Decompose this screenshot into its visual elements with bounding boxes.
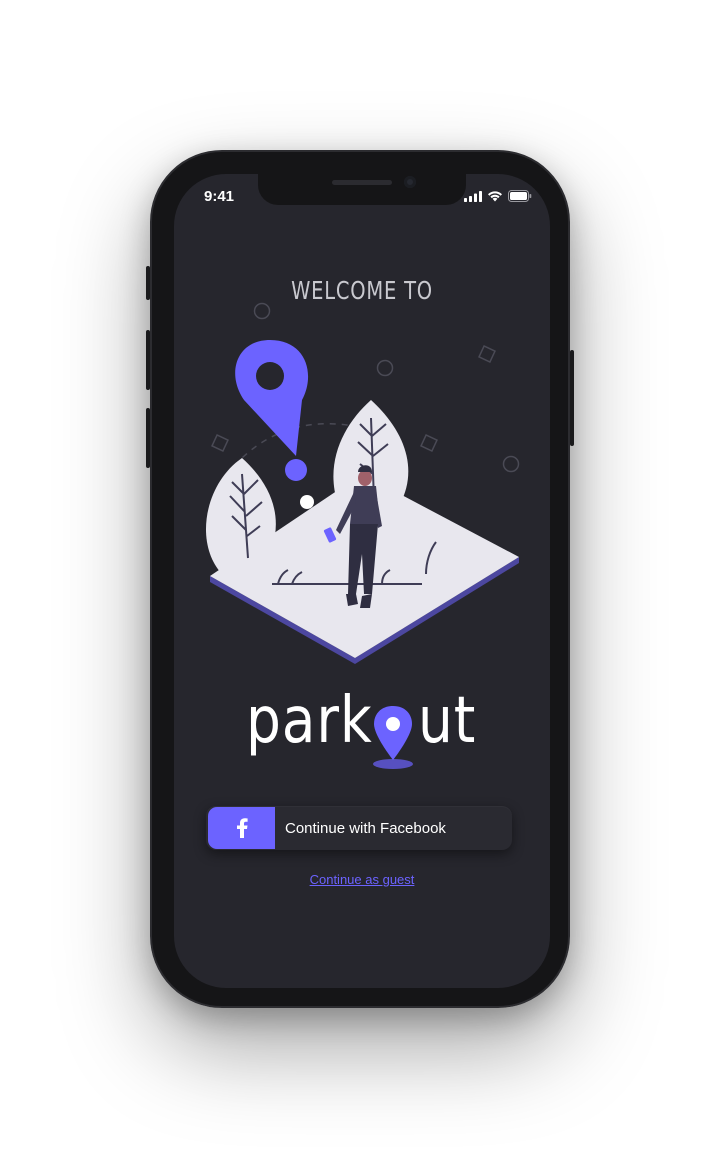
continue-with-facebook-button[interactable]: Continue with Facebook bbox=[206, 806, 512, 850]
speaker-grille bbox=[332, 180, 392, 185]
continue-as-guest-link[interactable]: Continue as guest bbox=[174, 872, 550, 887]
facebook-button-label: Continue with Facebook bbox=[285, 819, 446, 837]
status-icons bbox=[464, 190, 532, 202]
battery-icon bbox=[508, 190, 532, 202]
power-button bbox=[570, 350, 574, 446]
platform-edge bbox=[210, 557, 519, 664]
person bbox=[323, 465, 382, 608]
platform bbox=[210, 474, 519, 658]
stage: 9:41 WELCOME TO park ut Continue with Fa… bbox=[0, 0, 720, 1157]
logo-text-part-1: park bbox=[246, 684, 373, 758]
notch bbox=[258, 174, 466, 205]
parkout-logo: park ut bbox=[246, 684, 486, 784]
left-leaf bbox=[205, 458, 276, 574]
front-camera bbox=[404, 176, 416, 188]
cellular-signal-icon bbox=[464, 190, 482, 202]
status-time: 9:41 bbox=[204, 188, 235, 205]
facebook-f-icon bbox=[236, 818, 248, 838]
big-location-pin bbox=[235, 340, 314, 509]
volume-up-button bbox=[146, 330, 150, 390]
wifi-icon bbox=[488, 191, 502, 202]
facebook-icon-box bbox=[208, 807, 275, 849]
right-leaf bbox=[333, 400, 409, 504]
phone-frame: 9:41 WELCOME TO park ut Continue with Fa… bbox=[146, 150, 574, 1008]
grass bbox=[272, 541, 437, 585]
decorative-shapes bbox=[211, 302, 520, 473]
logo-text-part-2: ut bbox=[418, 684, 477, 758]
location-pin-icon bbox=[373, 706, 413, 769]
volume-down-button bbox=[146, 408, 150, 468]
mute-switch bbox=[146, 266, 150, 300]
app-screen: 9:41 WELCOME TO park ut Continue with Fa… bbox=[174, 174, 550, 988]
welcome-title: WELCOME TO bbox=[291, 276, 433, 305]
